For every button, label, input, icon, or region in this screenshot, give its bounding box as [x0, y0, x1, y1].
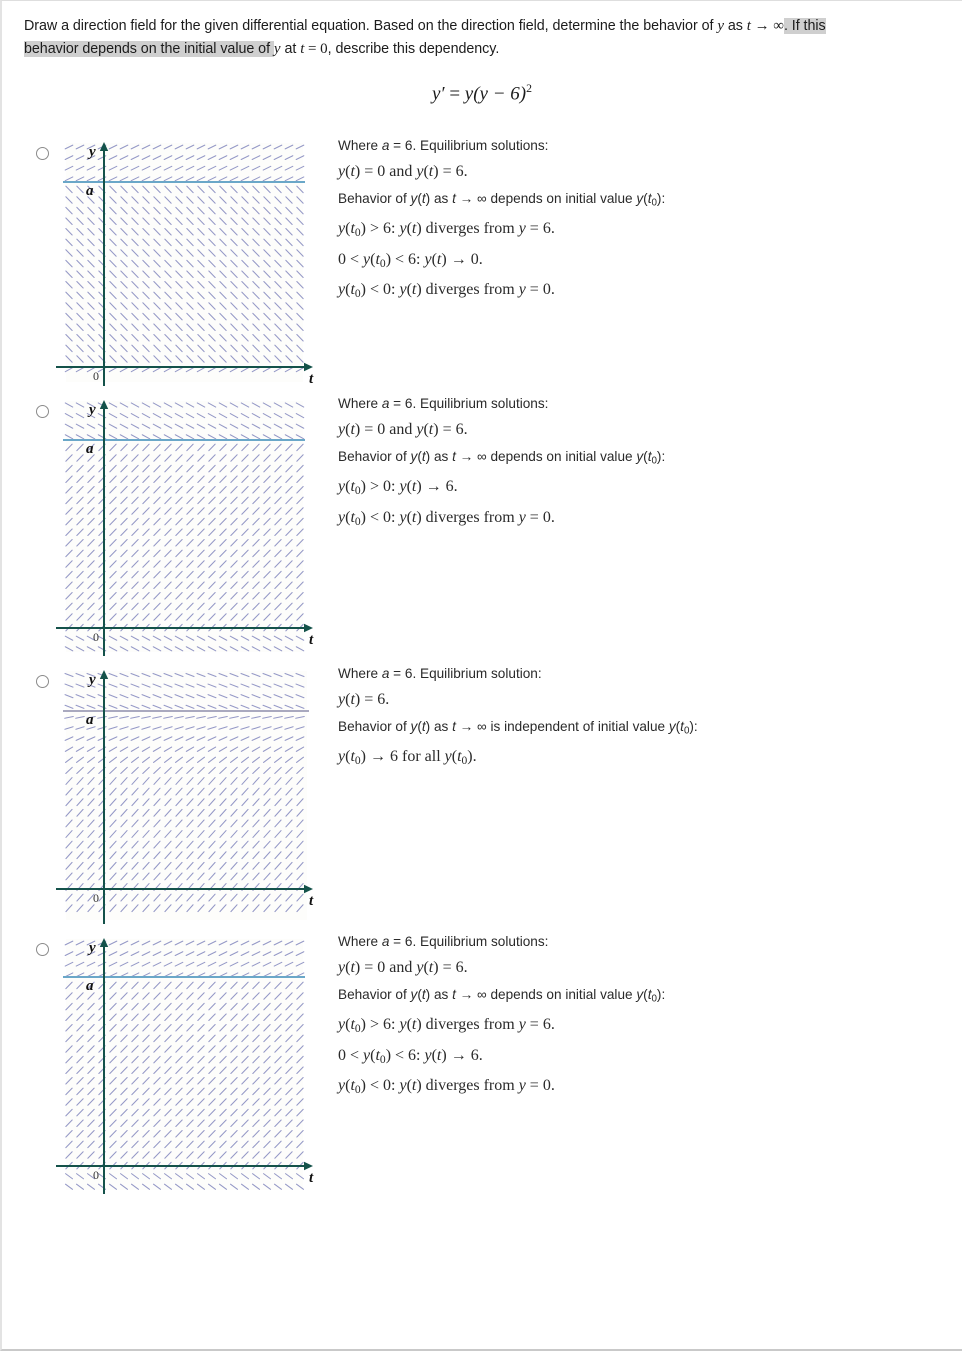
answer-line: Behavior of y(t) as t → ∞ depends on ini…: [338, 987, 666, 1006]
equilibrium-label-a: a: [86, 978, 94, 994]
answer-options-list: y t a 0 Where a = 6. Equilibrium solutions:…: [2, 139, 962, 1195]
arrow-icon: →: [750, 18, 774, 34]
direction-field-svg-a: y t a 0: [56, 141, 314, 387]
equilibrium-label-a: a: [86, 441, 94, 457]
answer-line: y(t) = 0 and y(t) = 6.: [338, 163, 468, 181]
answer-line: y(t) = 0 and y(t) = 6.: [338, 421, 468, 439]
radio-button-c[interactable]: [36, 674, 49, 688]
equation-rhs: y(y − 6): [464, 82, 527, 104]
answer-line: Behavior of y(t) as t → ∞ is independent…: [338, 719, 698, 738]
axis-label-t: t: [309, 893, 314, 909]
question-text-as: as: [723, 18, 747, 34]
answer-line: Where a = 6. Equilibrium solution:: [338, 665, 542, 681]
direction-field-plot-b: y t a 0: [54, 397, 322, 657]
question-text-highlight-2: behavior depends on the initial value of: [24, 41, 274, 58]
question-stem: Draw a direction field for the given dif…: [2, 1, 962, 62]
answer-text-b: Where a = 6. Equilibrium solutions: y(t) …: [322, 397, 962, 529]
answer-line: y(t0) → 6 for all y(t0).: [338, 747, 477, 768]
equilibrium-label-a: a: [86, 712, 94, 728]
answer-line: y(t0) < 0: y(t) diverges from y = 0.: [338, 281, 555, 301]
answer-text-c: Where a = 6. Equilibrium solution: y(t) =…: [322, 667, 962, 768]
answer-option-c[interactable]: y t a 0 Where a = 6. Equilibrium solution: y…: [2, 667, 962, 925]
axis-label-t: t: [309, 371, 314, 387]
axis-label-t: t: [309, 632, 314, 648]
radio-button-d[interactable]: [36, 942, 49, 956]
axis-label-t: t: [309, 1170, 314, 1186]
answer-line: y(t) = 6.: [338, 691, 390, 709]
answer-text-a: Where a = 6. Equilibrium solutions: y(t) …: [322, 139, 962, 301]
radio-button-a[interactable]: [36, 146, 49, 160]
answer-line: y(t0) > 6: y(t) diverges from y = 6.: [338, 1015, 555, 1036]
answer-line: Where a = 6. Equilibrium solutions:: [338, 933, 549, 949]
direction-field-plot-d: y t a 0: [54, 935, 322, 1195]
direction-field-svg-b: y t a 0: [56, 399, 314, 656]
axis-label-origin: 0: [93, 369, 99, 383]
answer-line: 0 < y(t0) < 6: y(t) → 6.: [338, 1046, 483, 1066]
radio-cell-c[interactable]: [2, 667, 54, 688]
answer-line: Behavior of y(t) as t → ∞ depends on ini…: [338, 191, 666, 210]
axis-label-y: y: [87, 144, 96, 160]
radio-cell-b[interactable]: [2, 397, 54, 418]
answer-line: y(t0) > 6: y(t) diverges from y = 6.: [338, 219, 555, 240]
equation-equals: =: [449, 82, 461, 104]
differential-equation: y′ = y(y − 6)2: [2, 82, 962, 105]
direction-field-svg-c: y t a 0: [56, 669, 314, 924]
equation-exponent: 2: [526, 81, 533, 95]
question-var-y: y: [717, 18, 724, 34]
answer-line: y(t0) < 0: y(t) diverges from y = 0.: [338, 508, 555, 528]
radio-cell-d[interactable]: [2, 935, 54, 956]
answer-line: Behavior of y(t) as t → ∞ depends on ini…: [338, 449, 666, 468]
radio-cell-a[interactable]: [2, 139, 54, 160]
infinity-icon: ∞: [773, 18, 784, 34]
answer-text-d: Where a = 6. Equilibrium solutions: y(t) …: [322, 935, 962, 1097]
equilibrium-label-a: a: [86, 183, 94, 199]
axis-label-origin: 0: [93, 630, 99, 644]
answer-line: 0 < y(t0) < 6: y(t) → 0.: [338, 250, 483, 270]
question-text-part1: Draw a direction field for the given dif…: [24, 18, 718, 34]
direction-field-plot-a: y t a 0: [54, 139, 322, 387]
answer-line: Where a = 6. Equilibrium solutions:: [338, 137, 549, 153]
question-eq-zero: = 0: [304, 41, 328, 58]
answer-line: y(t0) < 0: y(t) diverges from y = 0.: [338, 1077, 555, 1097]
axis-label-y: y: [87, 402, 96, 418]
question-text-at: at: [280, 41, 301, 58]
answer-line: Where a = 6. Equilibrium solutions:: [338, 395, 549, 411]
radio-button-b[interactable]: [36, 404, 49, 418]
question-var-y2: y: [273, 41, 281, 58]
answer-option-b[interactable]: y t a 0 Where a = 6. Equilibrium solutions:…: [2, 397, 962, 657]
answer-line: y(t0) > 0: y(t) → 6.: [338, 477, 458, 498]
axis-label-y: y: [87, 940, 96, 956]
question-text-tail: , describe this dependency.: [327, 41, 500, 58]
axis-label-y: y: [87, 672, 96, 688]
answer-option-d[interactable]: y t a 0 Where a = 6. Equilibrium solutions:…: [2, 935, 962, 1195]
equation-lhs: y′: [431, 82, 445, 104]
axis-label-origin: 0: [93, 1168, 99, 1182]
question-text-highlight-1: . If this: [783, 18, 826, 34]
answer-line: y(t) = 0 and y(t) = 6.: [338, 959, 468, 977]
direction-field-plot-c: y t a 0: [54, 667, 322, 925]
answer-option-a[interactable]: y t a 0 Where a = 6. Equilibrium solutions:…: [2, 139, 962, 387]
direction-field-svg-d: y t a 0: [56, 937, 314, 1194]
axis-label-origin: 0: [93, 891, 99, 905]
